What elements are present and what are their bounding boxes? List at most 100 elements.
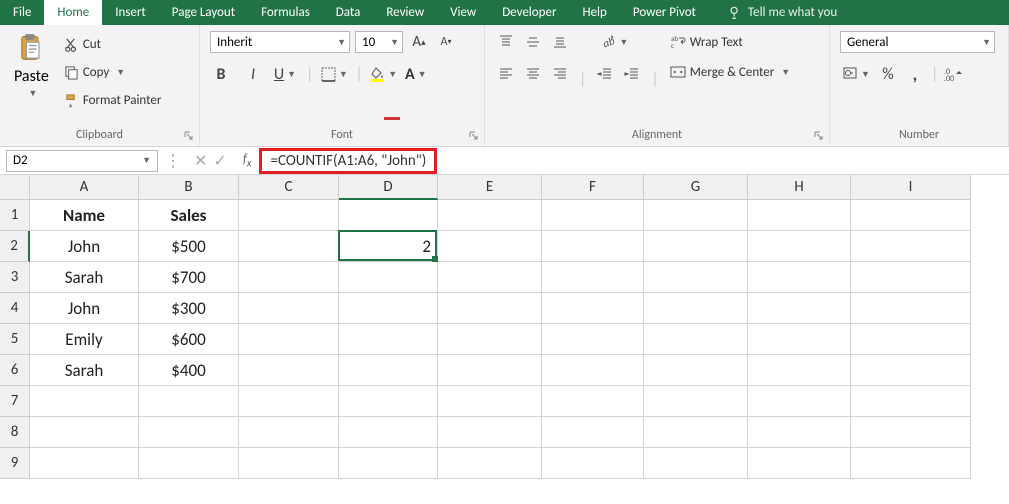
cell-F7[interactable] [542, 386, 644, 417]
cell-G7[interactable] [644, 386, 748, 417]
accounting-format-button[interactable]: ▼ [840, 63, 872, 85]
tab-insert[interactable]: Insert [102, 0, 159, 25]
cell-E3[interactable] [438, 262, 542, 293]
cell-D7[interactable] [339, 386, 438, 417]
col-header-E[interactable]: E [438, 175, 542, 200]
cell-H5[interactable] [748, 324, 851, 355]
row-header-5[interactable]: 5 [0, 324, 30, 355]
align-bottom-button[interactable] [549, 31, 571, 53]
wrap-text-button[interactable]: abcWrap Text [667, 31, 793, 53]
cell-B7[interactable] [139, 386, 239, 417]
cell-A7[interactable] [30, 386, 139, 417]
row-header-2[interactable]: 2 [0, 231, 30, 262]
cell-I6[interactable] [851, 355, 971, 386]
tab-data[interactable]: Data [323, 0, 374, 25]
row-header-1[interactable]: 1 [0, 200, 30, 231]
cell-B3[interactable]: $700 [139, 262, 239, 293]
tab-home[interactable]: Home [44, 0, 102, 25]
cell-G9[interactable] [644, 448, 748, 479]
cell-I7[interactable] [851, 386, 971, 417]
align-right-button[interactable] [549, 63, 571, 85]
increase-font-button[interactable]: A▴ [408, 31, 430, 53]
col-header-D[interactable]: D [339, 175, 438, 200]
col-header-A[interactable]: A [30, 175, 139, 200]
cell-E2[interactable] [438, 231, 542, 262]
cell-C6[interactable] [239, 355, 339, 386]
cell-D2[interactable]: 2 [339, 231, 438, 262]
cell-B6[interactable]: $400 [139, 355, 239, 386]
tab-review[interactable]: Review [373, 0, 437, 25]
percent-button[interactable]: % [877, 63, 899, 85]
tab-view[interactable]: View [437, 0, 489, 25]
cell-A4[interactable]: John [30, 293, 139, 324]
cell-F9[interactable] [542, 448, 644, 479]
cell-H2[interactable] [748, 231, 851, 262]
align-top-button[interactable] [495, 31, 517, 53]
enter-formula-button[interactable]: ✓ [213, 151, 226, 171]
cell-H8[interactable] [748, 417, 851, 448]
tab-page-layout[interactable]: Page Layout [159, 0, 248, 25]
row-header-7[interactable]: 7 [0, 386, 30, 417]
align-middle-button[interactable] [522, 31, 544, 53]
cell-G4[interactable] [644, 293, 748, 324]
tab-formulas[interactable]: Formulas [248, 0, 323, 25]
tell-me-search[interactable]: Tell me what you [715, 0, 850, 25]
cell-C2[interactable] [239, 231, 339, 262]
bold-button[interactable]: B [210, 63, 232, 85]
fx-icon[interactable]: fx [235, 152, 260, 170]
cell-G3[interactable] [644, 262, 748, 293]
cell-D9[interactable] [339, 448, 438, 479]
col-header-G[interactable]: G [644, 175, 748, 200]
cell-C3[interactable] [239, 262, 339, 293]
col-header-C[interactable]: C [239, 175, 339, 200]
row-header-8[interactable]: 8 [0, 417, 30, 448]
cell-F3[interactable] [542, 262, 644, 293]
row-header-3[interactable]: 3 [0, 262, 30, 293]
decrease-indent-button[interactable] [594, 63, 616, 85]
select-all-corner[interactable] [0, 175, 30, 200]
row-header-6[interactable]: 6 [0, 355, 30, 386]
cut-button[interactable]: Cut [61, 33, 165, 55]
cell-D5[interactable] [339, 324, 438, 355]
col-header-B[interactable]: B [139, 175, 239, 200]
italic-button[interactable]: I [242, 63, 264, 85]
cell-A1[interactable]: Name [30, 200, 139, 231]
cell-E1[interactable] [438, 200, 542, 231]
font-color-button[interactable]: A▼ [405, 63, 427, 85]
cell-H3[interactable] [748, 262, 851, 293]
cell-H9[interactable] [748, 448, 851, 479]
merge-center-button[interactable]: Merge & Center▼ [667, 61, 793, 83]
cell-A3[interactable]: Sarah [30, 262, 139, 293]
font-size-select[interactable]: 10▼ [355, 31, 403, 53]
cell-A2[interactable]: John [30, 231, 139, 262]
name-box-expand[interactable]: ⋮ [160, 151, 186, 171]
cell-G8[interactable] [644, 417, 748, 448]
cell-F1[interactable] [542, 200, 644, 231]
cell-H1[interactable] [748, 200, 851, 231]
cell-G1[interactable] [644, 200, 748, 231]
cell-C8[interactable] [239, 417, 339, 448]
cell-I8[interactable] [851, 417, 971, 448]
comma-button[interactable]: , [904, 63, 926, 85]
tab-help[interactable]: Help [569, 0, 619, 25]
cell-F5[interactable] [542, 324, 644, 355]
cell-B9[interactable] [139, 448, 239, 479]
decrease-font-button[interactable]: A▾ [435, 31, 457, 53]
paste-button[interactable]: Paste ▼ [10, 31, 53, 101]
font-name-select[interactable]: Inherit▼ [210, 31, 350, 53]
cell-D6[interactable] [339, 355, 438, 386]
cell-I4[interactable] [851, 293, 971, 324]
format-painter-button[interactable]: Format Painter [61, 89, 165, 111]
cell-E7[interactable] [438, 386, 542, 417]
col-header-F[interactable]: F [542, 175, 644, 200]
cell-H4[interactable] [748, 293, 851, 324]
cell-I3[interactable] [851, 262, 971, 293]
cell-I9[interactable] [851, 448, 971, 479]
cell-D1[interactable] [339, 200, 438, 231]
orientation-button[interactable]: ab▼ [594, 31, 634, 53]
cell-A9[interactable] [30, 448, 139, 479]
cell-E4[interactable] [438, 293, 542, 324]
cell-E5[interactable] [438, 324, 542, 355]
cell-A6[interactable]: Sarah [30, 355, 139, 386]
cell-I1[interactable] [851, 200, 971, 231]
